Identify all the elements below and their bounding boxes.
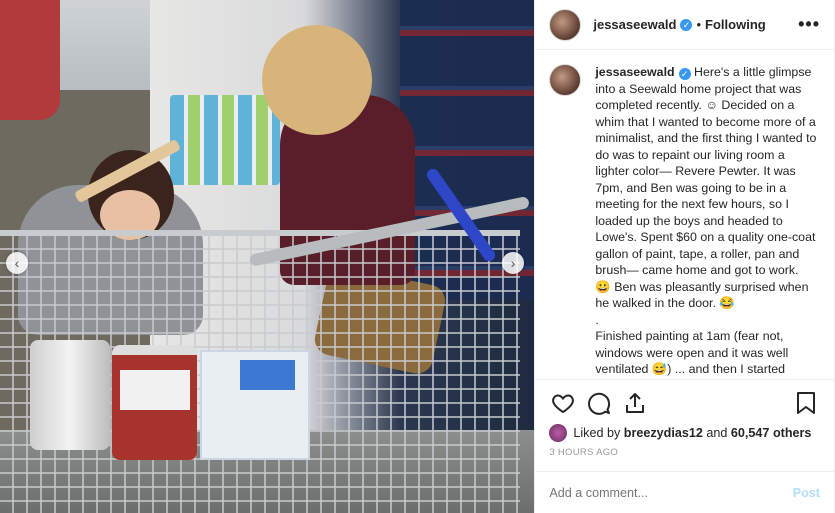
post-header: jessaseewald ✓ • Following ••• [535,0,834,50]
post-timestamp[interactable]: 3 HOURS AGO [535,441,834,471]
likes-prefix: Liked by [573,426,621,440]
liker-avatar[interactable] [549,424,568,442]
bookmark-icon[interactable] [792,389,820,417]
chevron-right-icon: › [510,255,516,271]
header-separator: • [696,17,702,32]
likes-count[interactable]: 60,547 others [731,426,812,440]
comment-input[interactable] [549,485,793,500]
photo-child-head [262,25,372,135]
likes-middle: and [706,426,728,440]
photo-bottles [170,95,280,185]
caption-text: jessaseewald ✓ Here's a little glimpse in… [595,64,817,379]
carousel-next-button[interactable]: › [502,252,524,274]
post-photo[interactable]: ‹ › [0,0,535,513]
liker-username[interactable]: breezydias12 [624,426,703,440]
heart-icon[interactable] [549,389,577,417]
share-icon[interactable] [621,389,649,417]
comment-bar: Post [535,471,834,513]
likes-summary: Liked by breezydias12 and 60,547 others [549,424,820,442]
caption-verified-badge-icon: ✓ [678,68,691,80]
post-actions: Liked by breezydias12 and 60,547 others [535,379,834,442]
post-modal: ‹ › jessaseewald ✓ • Following ••• jessa… [0,0,835,513]
photo-paint-can-silver [30,340,110,450]
more-options-icon[interactable]: ••• [798,14,820,35]
post-comment-button[interactable]: Post [793,486,820,500]
action-icons-row [549,388,820,418]
following-button[interactable]: Following [705,17,766,32]
chevron-left-icon: ‹ [14,255,20,271]
verified-badge-icon: ✓ [680,18,693,31]
comment-icon[interactable] [585,389,613,417]
photo-person [0,0,60,120]
caption-author-avatar[interactable] [549,64,582,96]
caption-area: jessaseewald ✓ Here's a little glimpse in… [535,50,834,379]
author-username[interactable]: jessaseewald [593,17,676,32]
caption-username[interactable]: jessaseewald [595,65,674,79]
photo-supply-box-label [240,360,295,390]
author-avatar[interactable] [549,8,582,41]
carousel-prev-button[interactable]: ‹ [6,252,28,274]
post-side-panel: jessaseewald ✓ • Following ••• jessaseew… [534,0,834,513]
photo-paint-can-label [120,370,190,410]
caption-body: Here's a little glimpse into a Seewald h… [595,65,817,376]
